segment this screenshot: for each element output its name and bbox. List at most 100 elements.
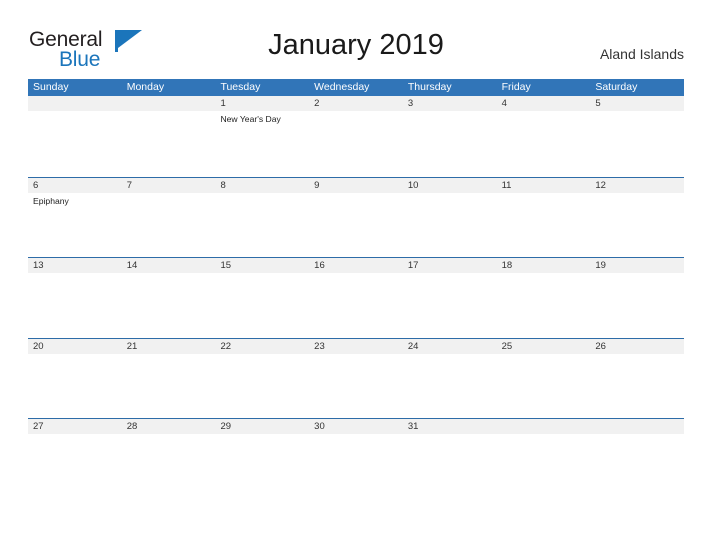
calendar-week-row: 13 14 15 16 17 18 19 bbox=[28, 257, 684, 338]
day-number[interactable]: 5 bbox=[590, 96, 684, 111]
day-events-cell bbox=[309, 354, 403, 418]
calendar-week-row: 6 7 8 9 10 11 12 Epiphany bbox=[28, 176, 684, 258]
week-date-band: 27 28 29 30 31 bbox=[28, 419, 684, 434]
day-events-cell bbox=[403, 273, 497, 337]
week-date-band: 20 21 22 23 24 25 26 bbox=[28, 338, 684, 354]
day-number[interactable]: 31 bbox=[403, 419, 497, 434]
day-number[interactable]: 3 bbox=[403, 96, 497, 111]
day-events-cell bbox=[403, 193, 497, 257]
calendar-week-row: 1 2 3 4 5 New Year's Day bbox=[28, 96, 684, 177]
day-number[interactable]: 25 bbox=[497, 339, 591, 354]
day-events-cell bbox=[28, 434, 122, 498]
calendar-week-row: 27 28 29 30 31 bbox=[28, 418, 684, 499]
day-number[interactable]: 10 bbox=[403, 178, 497, 193]
day-number[interactable]: 1 bbox=[215, 96, 309, 111]
day-number[interactable]: 30 bbox=[309, 419, 403, 434]
day-number[interactable]: 20 bbox=[28, 339, 122, 354]
calendar-weeks: 1 2 3 4 5 New Year's Day 6 7 8 9 10 11 12 Epiphany 13 1… bbox=[28, 96, 684, 499]
day-number[interactable]: 27 bbox=[28, 419, 122, 434]
locale-label: Aland Islands bbox=[599, 46, 684, 62]
holiday-event-label: Epiphany bbox=[33, 195, 69, 206]
day-number-empty bbox=[497, 419, 591, 434]
day-number[interactable]: 16 bbox=[309, 258, 403, 273]
day-events-cell bbox=[309, 434, 403, 498]
day-events-cell bbox=[122, 111, 216, 175]
week-event-band bbox=[28, 273, 684, 337]
day-events-cell bbox=[590, 354, 684, 418]
day-events-cell bbox=[122, 193, 216, 257]
day-events-cell bbox=[497, 273, 591, 337]
day-number[interactable]: 18 bbox=[497, 258, 591, 273]
day-number[interactable]: 7 bbox=[122, 178, 216, 193]
weekday-header-tuesday: Tuesday bbox=[220, 81, 261, 93]
weekday-header-saturday: Saturday bbox=[595, 81, 638, 93]
day-number-empty bbox=[28, 96, 122, 111]
day-events-cell bbox=[497, 111, 591, 175]
calendar-page: General Blue January 2019 Aland Islands … bbox=[0, 0, 712, 550]
day-number[interactable]: 14 bbox=[122, 258, 216, 273]
calendar-week-row: 20 21 22 23 24 25 26 bbox=[28, 337, 684, 419]
day-number[interactable]: 13 bbox=[28, 258, 122, 273]
day-events-cell: Epiphany bbox=[28, 193, 122, 257]
day-events-cell bbox=[309, 273, 403, 337]
day-number[interactable]: 9 bbox=[309, 178, 403, 193]
day-events-cell bbox=[497, 434, 591, 498]
day-number[interactable]: 21 bbox=[122, 339, 216, 354]
week-date-band: 13 14 15 16 17 18 19 bbox=[28, 258, 684, 273]
day-events-cell bbox=[403, 111, 497, 175]
week-event-band: Epiphany bbox=[28, 192, 684, 257]
day-number[interactable]: 11 bbox=[497, 178, 591, 193]
day-number[interactable]: 22 bbox=[215, 339, 309, 354]
day-events-cell bbox=[215, 434, 309, 498]
day-number[interactable]: 2 bbox=[309, 96, 403, 111]
day-events-cell bbox=[28, 111, 122, 175]
week-event-band bbox=[28, 353, 684, 418]
weekday-header-wednesday: Wednesday bbox=[314, 81, 370, 93]
weekday-header-row: Sunday Monday Tuesday Wednesday Thursday… bbox=[28, 79, 684, 96]
day-events-cell bbox=[590, 434, 684, 498]
day-events-cell bbox=[215, 273, 309, 337]
day-events-cell bbox=[309, 111, 403, 175]
day-number[interactable]: 12 bbox=[590, 178, 684, 193]
week-date-band: 6 7 8 9 10 11 12 bbox=[28, 177, 684, 193]
page-header: General Blue January 2019 Aland Islands bbox=[0, 0, 712, 76]
day-events-cell bbox=[497, 193, 591, 257]
day-events-cell bbox=[215, 354, 309, 418]
day-number[interactable]: 4 bbox=[497, 96, 591, 111]
week-event-band bbox=[28, 434, 684, 498]
weekday-header-monday: Monday bbox=[126, 81, 165, 93]
day-events-cell bbox=[403, 434, 497, 498]
day-number[interactable]: 6 bbox=[28, 178, 122, 193]
day-events-cell bbox=[590, 193, 684, 257]
week-date-band: 12345 bbox=[28, 96, 684, 111]
day-number[interactable]: 29 bbox=[215, 419, 309, 434]
weekday-header-friday: Friday bbox=[501, 81, 531, 93]
week-event-band: New Year's Day bbox=[28, 111, 684, 175]
day-number[interactable]: 19 bbox=[590, 258, 684, 273]
day-number[interactable]: 23 bbox=[309, 339, 403, 354]
day-number[interactable]: 15 bbox=[215, 258, 309, 273]
day-events-cell: New Year's Day bbox=[215, 111, 309, 175]
day-number[interactable]: 24 bbox=[403, 339, 497, 354]
day-events-cell bbox=[497, 354, 591, 418]
day-events-cell bbox=[28, 273, 122, 337]
holiday-event-label: New Year's Day bbox=[220, 114, 281, 124]
day-number-empty bbox=[590, 419, 684, 434]
day-events-cell bbox=[215, 193, 309, 257]
weekday-header-thursday: Thursday bbox=[407, 81, 452, 93]
day-number[interactable]: 8 bbox=[215, 178, 309, 193]
day-number-empty bbox=[122, 96, 216, 111]
day-events-cell bbox=[28, 354, 122, 418]
day-number[interactable]: 17 bbox=[403, 258, 497, 273]
day-events-cell bbox=[590, 111, 684, 175]
day-events-cell bbox=[122, 273, 216, 337]
day-events-cell bbox=[122, 354, 216, 418]
day-events-cell bbox=[403, 354, 497, 418]
day-events-cell bbox=[590, 273, 684, 337]
day-events-cell bbox=[309, 193, 403, 257]
weekday-header-sunday: Sunday bbox=[33, 81, 69, 93]
day-events-cell bbox=[122, 434, 216, 498]
day-number[interactable]: 28 bbox=[122, 419, 216, 434]
calendar-grid: Sunday Monday Tuesday Wednesday Thursday… bbox=[28, 79, 684, 499]
day-number[interactable]: 26 bbox=[590, 339, 684, 354]
